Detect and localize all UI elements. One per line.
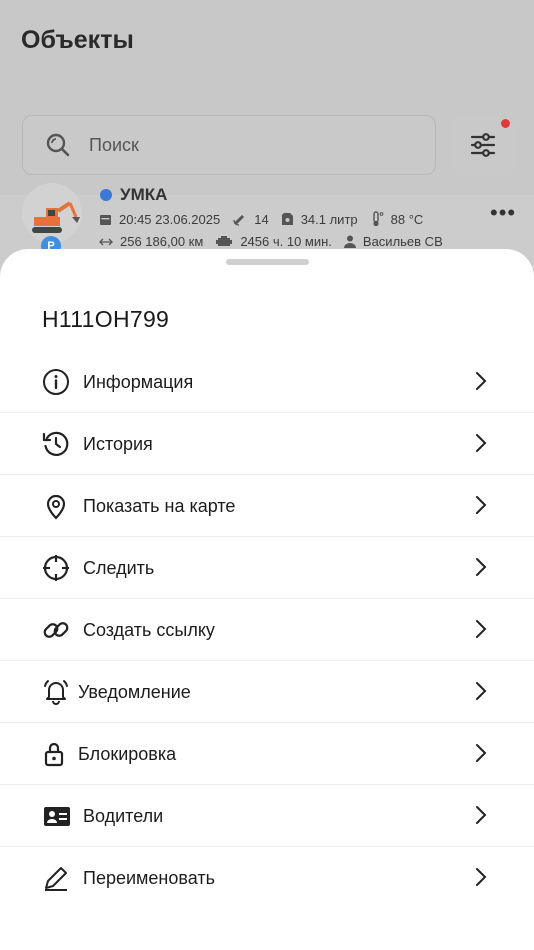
chevron-right-icon (476, 682, 487, 700)
chevron-right-icon (476, 868, 487, 886)
engine-hours-value: 2456 ч. 10 мин. (240, 234, 332, 249)
chevron-right-icon (476, 744, 487, 762)
driver-value: Васильев СВ (362, 234, 443, 249)
chevron-right-icon (476, 372, 487, 390)
menu-item-label: Информация (83, 372, 194, 392)
map-pin-icon (46, 494, 66, 520)
link-icon (43, 622, 69, 638)
menu-item-label: Уведомление (78, 682, 191, 702)
menu-item-label: Следить (83, 558, 155, 578)
search-icon (46, 133, 70, 157)
mileage-value: 256 186,00 км (120, 234, 204, 249)
menu-item-create-link[interactable]: Создать ссылку (0, 599, 534, 661)
menu-item-follow[interactable]: Следить (0, 537, 534, 599)
menu-item-history[interactable]: История (0, 413, 534, 475)
arrows-horizontal-icon (99, 238, 113, 245)
satellite-icon (233, 214, 245, 226)
filter-sliders-icon (470, 133, 496, 157)
sheet-drag-handle[interactable] (226, 259, 309, 265)
search-input[interactable] (89, 134, 389, 156)
temperature-value: 88 °С (390, 211, 424, 227)
person-icon (343, 235, 356, 248)
fuel-value: 34.1 литр (300, 211, 358, 227)
menu-item-label: Создать ссылку (83, 620, 215, 640)
object-name-row: УМКА (100, 185, 167, 205)
excavator-icon (32, 201, 80, 233)
menu-item-info[interactable]: Информация (0, 351, 534, 413)
menu-item-notification[interactable]: Уведомление (0, 661, 534, 723)
object-meta-row-1: 20:45 23.06.2025 14 34.1 литр 88 °С (99, 211, 435, 227)
time-value: 20:45 23.06.2025 (119, 211, 221, 227)
menu-item-label: Переименовать (83, 868, 215, 888)
chevron-right-icon (476, 434, 487, 452)
temperature-meta: 88 °С (370, 211, 424, 227)
crosshair-icon (43, 555, 69, 581)
object-actions-sheet: Н111ОН799 Информация История Показать на… (0, 249, 534, 950)
actions-menu: Информация История Показать на карте Сле… (0, 351, 534, 909)
menu-item-label: История (83, 434, 153, 454)
menu-item-lock[interactable]: Блокировка (0, 723, 534, 785)
object-name: УМКА (120, 185, 168, 204)
satellites-meta: 14 (232, 211, 269, 227)
notification-dot (501, 119, 510, 128)
menu-item-drivers[interactable]: Водители (0, 785, 534, 847)
calendar-icon (100, 214, 111, 225)
menu-item-label: Блокировка (78, 744, 177, 764)
satellites-value: 14 (254, 211, 269, 227)
time-meta: 20:45 23.06.2025 (99, 212, 220, 227)
bell-icon (44, 680, 68, 705)
chevron-right-icon (476, 620, 487, 638)
page-title: Объекты (21, 26, 134, 54)
lock-icon (44, 742, 64, 767)
status-dot (100, 189, 112, 201)
pencil-icon (45, 867, 67, 891)
menu-item-label: Водители (83, 806, 164, 826)
menu-item-show-on-map[interactable]: Показать на карте (0, 475, 534, 537)
chevron-right-icon (476, 558, 487, 576)
fuel-icon (281, 213, 293, 225)
menu-item-label: Показать на карте (83, 496, 236, 516)
engine-hours-meta: 2456 ч. 10 мин. (215, 234, 332, 249)
search-field[interactable] (22, 115, 436, 175)
object-avatar (22, 183, 82, 243)
thermometer-icon (372, 211, 384, 227)
menu-item-rename[interactable]: Переименовать (0, 847, 534, 909)
mileage-meta: 256 186,00 км (99, 234, 203, 249)
info-icon (43, 369, 69, 395)
engine-icon (216, 236, 233, 246)
fuel-meta: 34.1 литр (281, 212, 358, 227)
driver-meta: Васильев СВ (343, 234, 443, 249)
object-meta-row-2: 256 186,00 км 2456 ч. 10 мин. Васильев С… (99, 234, 455, 249)
chevron-right-icon (476, 496, 487, 514)
id-card-icon (44, 807, 70, 826)
chevron-right-icon (476, 806, 487, 824)
history-icon (42, 431, 69, 456)
sheet-title: Н111ОН799 (42, 306, 170, 332)
more-options-icon[interactable]: ••• (490, 200, 516, 226)
